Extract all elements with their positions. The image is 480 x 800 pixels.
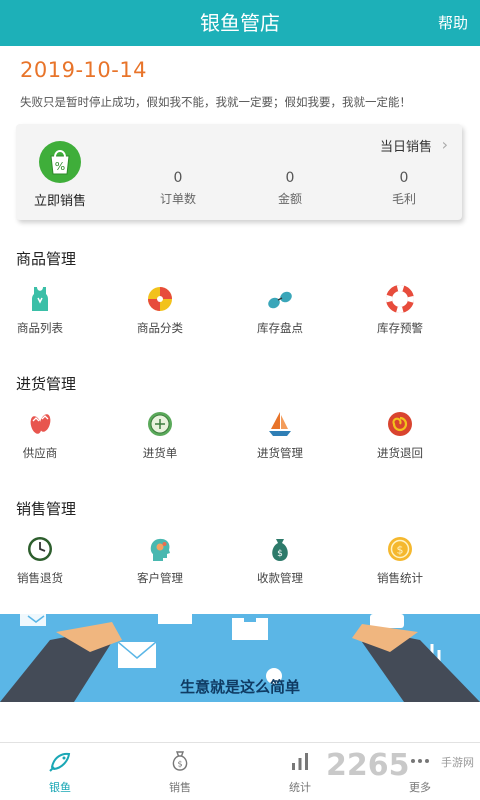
section-title-sales: 销售管理 — [16, 500, 77, 518]
site-watermark: 2265 手游网 — [326, 744, 476, 796]
grid-item-label: 收款管理 — [257, 571, 303, 585]
swirl-icon — [385, 409, 415, 439]
stat-profit-value: 0 — [399, 170, 409, 186]
purchase-grid: 供应商 进货单 进货管理 进货退回 — [0, 409, 480, 469]
grid-item-label: 销售统计 — [377, 571, 423, 585]
grid-item-label: 客户管理 — [137, 571, 183, 585]
stat-profit-label: 毛利 — [391, 192, 416, 206]
tab-label: 银鱼 — [49, 781, 71, 794]
stat-orders: 0 订单数 — [138, 170, 218, 207]
grid-item-goods-list[interactable]: 商品列表 — [0, 284, 90, 344]
grid-item-collection-manage[interactable]: $ 收款管理 — [230, 534, 330, 594]
tanktop-icon — [25, 284, 55, 314]
stat-orders-value: 0 — [173, 170, 183, 186]
flip-flops-icon — [25, 409, 55, 439]
money-bag-icon: $ — [265, 534, 295, 564]
tab-yinyu[interactable]: 银鱼 — [20, 749, 100, 795]
grid-item-label: 进货管理 — [257, 446, 303, 460]
beach-ball-icon — [145, 284, 175, 314]
tab-label: 销售 — [169, 781, 191, 794]
sunglasses-icon — [265, 284, 295, 314]
grid-item-sales-stats[interactable]: $ 销售统计 — [350, 534, 450, 594]
sailboat-icon — [265, 409, 295, 439]
watermark-subtitle: 手游网 — [441, 756, 474, 769]
grid-item-stock-alert[interactable]: 库存预警 — [350, 284, 450, 344]
grid-item-purchase-manage[interactable]: 进货管理 — [230, 409, 330, 469]
promo-banner[interactable]: 生意就是这么简单 — [0, 614, 480, 702]
app-title: 银鱼管店 — [200, 11, 280, 35]
grid-item-supplier[interactable]: 供应商 — [0, 409, 90, 469]
goods-grid: 商品列表 商品分类 库存盘点 库存预警 — [0, 284, 480, 344]
svg-text:%: % — [55, 160, 65, 173]
fish-icon — [48, 749, 72, 773]
coin-icon — [145, 409, 175, 439]
head-gears-icon — [145, 534, 175, 564]
svg-text:$: $ — [177, 760, 182, 769]
stat-amount-value: 0 — [285, 170, 295, 186]
grid-item-label: 进货退回 — [377, 446, 423, 460]
app-header: 银鱼管店 帮助 — [0, 0, 480, 46]
clock-icon — [25, 534, 55, 564]
sell-now-label[interactable]: 立即销售 — [34, 190, 86, 209]
motto-text: 失败只是暂时停止成功，假如我不能，我就一定要；假如我要，我就一定能！ — [20, 95, 411, 109]
gold-coin-icon: $ — [385, 534, 415, 564]
grid-item-goods-category[interactable]: 商品分类 — [110, 284, 210, 344]
lifebuoy-icon — [385, 284, 415, 314]
sales-grid: 销售退货 客户管理 $ 收款管理 $ 销售统计 — [0, 534, 480, 594]
grid-item-label: 商品分类 — [137, 321, 183, 335]
grid-item-label: 库存盘点 — [257, 321, 303, 335]
svg-text:$: $ — [397, 544, 404, 557]
bar-chart-icon — [288, 749, 312, 773]
stat-orders-label: 订单数 — [159, 192, 196, 206]
grid-item-label: 商品列表 — [17, 321, 63, 335]
chevron-right-icon[interactable]: › — [442, 135, 448, 154]
stat-amount-label: 金额 — [277, 192, 302, 206]
section-title-purchase: 进货管理 — [16, 375, 77, 393]
banner-caption: 生意就是这么简单 — [179, 678, 300, 696]
grid-item-label: 库存预警 — [377, 321, 423, 335]
grid-item-label: 供应商 — [22, 446, 58, 460]
watermark-logo: 2265 — [326, 748, 410, 783]
help-button[interactable]: 帮助 — [438, 0, 468, 46]
today-sales-link[interactable]: 当日销售 — [380, 136, 432, 155]
grid-item-label: 进货单 — [142, 446, 178, 460]
grid-item-customer-manage[interactable]: 客户管理 — [110, 534, 210, 594]
money-bag-icon: $ — [168, 749, 192, 773]
grid-item-purchase-order[interactable]: 进货单 — [110, 409, 210, 469]
section-title-goods: 商品管理 — [16, 250, 77, 268]
grid-item-sales-return[interactable]: 销售退货 — [0, 534, 90, 594]
shopping-bag-icon: % — [39, 141, 81, 183]
svg-text:$: $ — [277, 549, 283, 559]
sell-now-button[interactable]: % — [38, 140, 82, 184]
grid-item-purchase-return[interactable]: 进货退回 — [350, 409, 450, 469]
grid-item-label: 销售退货 — [17, 571, 63, 585]
stat-profit: 0 毛利 — [364, 170, 444, 207]
tab-sales[interactable]: $ 销售 — [140, 749, 220, 795]
stat-amount: 0 金额 — [250, 170, 330, 207]
current-date: 2019-10-14 — [20, 58, 148, 82]
grid-item-stock-check[interactable]: 库存盘点 — [230, 284, 330, 344]
sales-summary-card: % 立即销售 当日销售 › 0 订单数 0 金额 0 毛利 — [16, 124, 462, 220]
